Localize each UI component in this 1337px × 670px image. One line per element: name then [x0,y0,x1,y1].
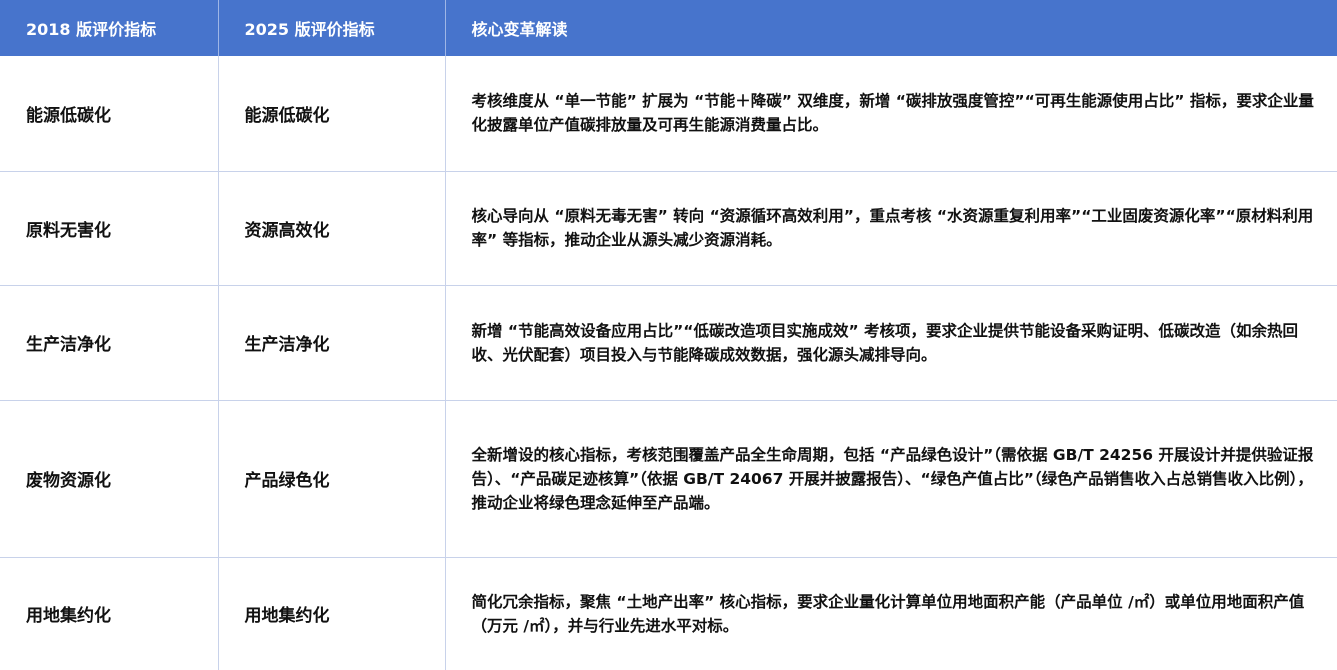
cell-2018-indicator: 原料无害化 [0,171,219,286]
cell-2025-indicator: 产品绿色化 [218,400,446,558]
table-row: 原料无害化 资源高效化 核心导向从 “原料无毒无害” 转向 “资源循环高效利用”… [0,171,1337,286]
cell-2025-indicator: 用地集约化 [218,557,446,670]
header-2025-indicator: 2025 版评价指标 [218,0,446,56]
cell-change-description: 考核维度从 “单一节能” 扩展为 “节能＋降碳” 双维度，新增 “碳排放强度管控… [445,56,1337,172]
cell-2025-indicator: 能源低碳化 [218,56,446,172]
cell-change-description: 核心导向从 “原料无毒无害” 转向 “资源循环高效利用”，重点考核 “水资源重复… [445,171,1337,286]
table-row: 能源低碳化 能源低碳化 考核维度从 “单一节能” 扩展为 “节能＋降碳” 双维度… [0,56,1337,172]
table-row: 废物资源化 产品绿色化 全新增设的核心指标，考核范围覆盖产品全生命周期，包括 “… [0,400,1337,558]
cell-2018-indicator: 生产洁净化 [0,285,219,401]
cell-2018-indicator: 能源低碳化 [0,56,219,172]
table-row: 生产洁净化 生产洁净化 新增 “节能高效设备应用占比”“低碳改造项目实施成效” … [0,285,1337,401]
cell-change-description: 新增 “节能高效设备应用占比”“低碳改造项目实施成效” 考核项，要求企业提供节能… [445,285,1337,401]
cell-2025-indicator: 生产洁净化 [218,285,446,401]
cell-2018-indicator: 废物资源化 [0,400,219,558]
table-body: 能源低碳化 能源低碳化 考核维度从 “单一节能” 扩展为 “节能＋降碳” 双维度… [0,56,1337,670]
table-header: 2018 版评价指标 2025 版评价指标 核心变革解读 [0,0,1337,56]
header-2018-indicator: 2018 版评价指标 [0,0,219,56]
header-core-change: 核心变革解读 [445,0,1337,56]
header-row: 2018 版评价指标 2025 版评价指标 核心变革解读 [0,0,1337,56]
comparison-table: 2018 版评价指标 2025 版评价指标 核心变革解读 能源低碳化 能源低碳化… [0,0,1337,670]
cell-change-description: 全新增设的核心指标，考核范围覆盖产品全生命周期，包括 “产品绿色设计”（需依据 … [445,400,1337,558]
cell-change-description: 简化冗余指标，聚焦 “土地产出率” 核心指标，要求企业量化计算单位用地面积产能（… [471,592,1305,635]
cell-2025-indicator: 资源高效化 [218,171,446,286]
table-row: 用地集约化 用地集约化 简化冗余指标，聚焦 “土地产出率” 核心指标，要求企业量… [0,557,1337,670]
cell-2018-indicator: 用地集约化 [0,557,219,670]
